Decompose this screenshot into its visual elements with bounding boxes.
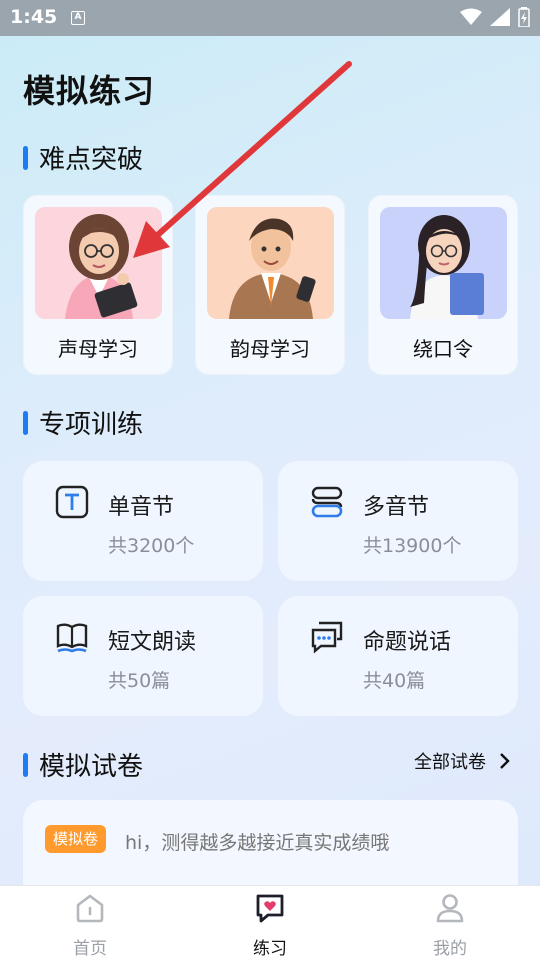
section-accent-bar (23, 752, 28, 777)
card-finals-label: 韵母学习 (230, 337, 310, 361)
mock-exam-badge: 模拟卷 (45, 825, 107, 853)
card-count: 共50篇 (108, 670, 171, 692)
card-title: 短文朗读 (108, 630, 197, 655)
chevron-right-icon (500, 753, 510, 769)
tab-practice-label: 练习 (253, 939, 287, 959)
all-exams-link[interactable]: 全部试卷 (414, 748, 514, 774)
tab-profile[interactable]: 我的 (360, 886, 540, 960)
card-initials[interactable]: 声母学习 (23, 195, 173, 375)
wifi-icon (460, 8, 482, 25)
text-icon (55, 485, 89, 519)
card-tongue-twister[interactable]: 绕口令 (368, 195, 518, 375)
notification-icon: A (71, 11, 85, 25)
tab-practice[interactable]: 练习 (180, 886, 360, 960)
card-monosyllable[interactable]: 单音节 共3200个 (23, 461, 263, 581)
tab-profile-label: 我的 (433, 939, 467, 959)
card-initials-label: 声母学习 (58, 337, 138, 361)
status-bar: 1:45 A (0, 0, 540, 36)
page-title: 模拟练习 (23, 72, 156, 110)
tab-home-label: 首页 (73, 939, 107, 959)
illustration-woman-clipboard (35, 207, 162, 319)
section-title: 专项训练 (39, 410, 144, 440)
all-exams-label: 全部试卷 (414, 752, 486, 773)
section-special-training: 专项训练 (23, 404, 143, 441)
section-difficulty: 难点突破 (23, 139, 143, 176)
card-title: 单音节 (108, 495, 175, 520)
profile-icon (436, 894, 464, 923)
section-mock-exams: 模拟试卷 (23, 746, 143, 783)
card-count: 共40篇 (363, 670, 426, 692)
card-title: 多音节 (363, 495, 430, 520)
chat-icon (311, 621, 343, 654)
status-icons (460, 7, 530, 27)
signal-icon (490, 8, 510, 26)
practice-icon (256, 894, 284, 923)
section-title: 难点突破 (39, 145, 144, 175)
card-tongue-twister-label: 绕口令 (413, 337, 473, 361)
card-polysyllable[interactable]: 多音节 共13900个 (278, 461, 518, 581)
bottom-tab-bar: 首页 练习 我的 (0, 885, 540, 960)
illustration-woman-book (380, 207, 507, 319)
book-icon (56, 623, 88, 653)
layers-icon (311, 486, 343, 518)
section-accent-bar (23, 145, 28, 170)
home-icon (76, 894, 104, 923)
card-count: 共13900个 (363, 535, 462, 557)
illustration-man-phone (207, 207, 334, 319)
card-passage-reading[interactable]: 短文朗读 共50篇 (23, 596, 263, 716)
card-finals[interactable]: 韵母学习 (195, 195, 345, 375)
section-accent-bar (23, 410, 28, 435)
mock-exam-description: hi，测得越多越接近真实成绩哦 (125, 832, 390, 854)
battery-icon (518, 7, 530, 27)
status-time: 1:45 (10, 6, 58, 28)
card-topic-speaking[interactable]: 命题说话 共40篇 (278, 596, 518, 716)
card-title: 命题说话 (363, 630, 452, 655)
tab-home[interactable]: 首页 (0, 886, 180, 960)
card-count: 共3200个 (108, 535, 195, 557)
section-title: 模拟试卷 (39, 752, 144, 782)
